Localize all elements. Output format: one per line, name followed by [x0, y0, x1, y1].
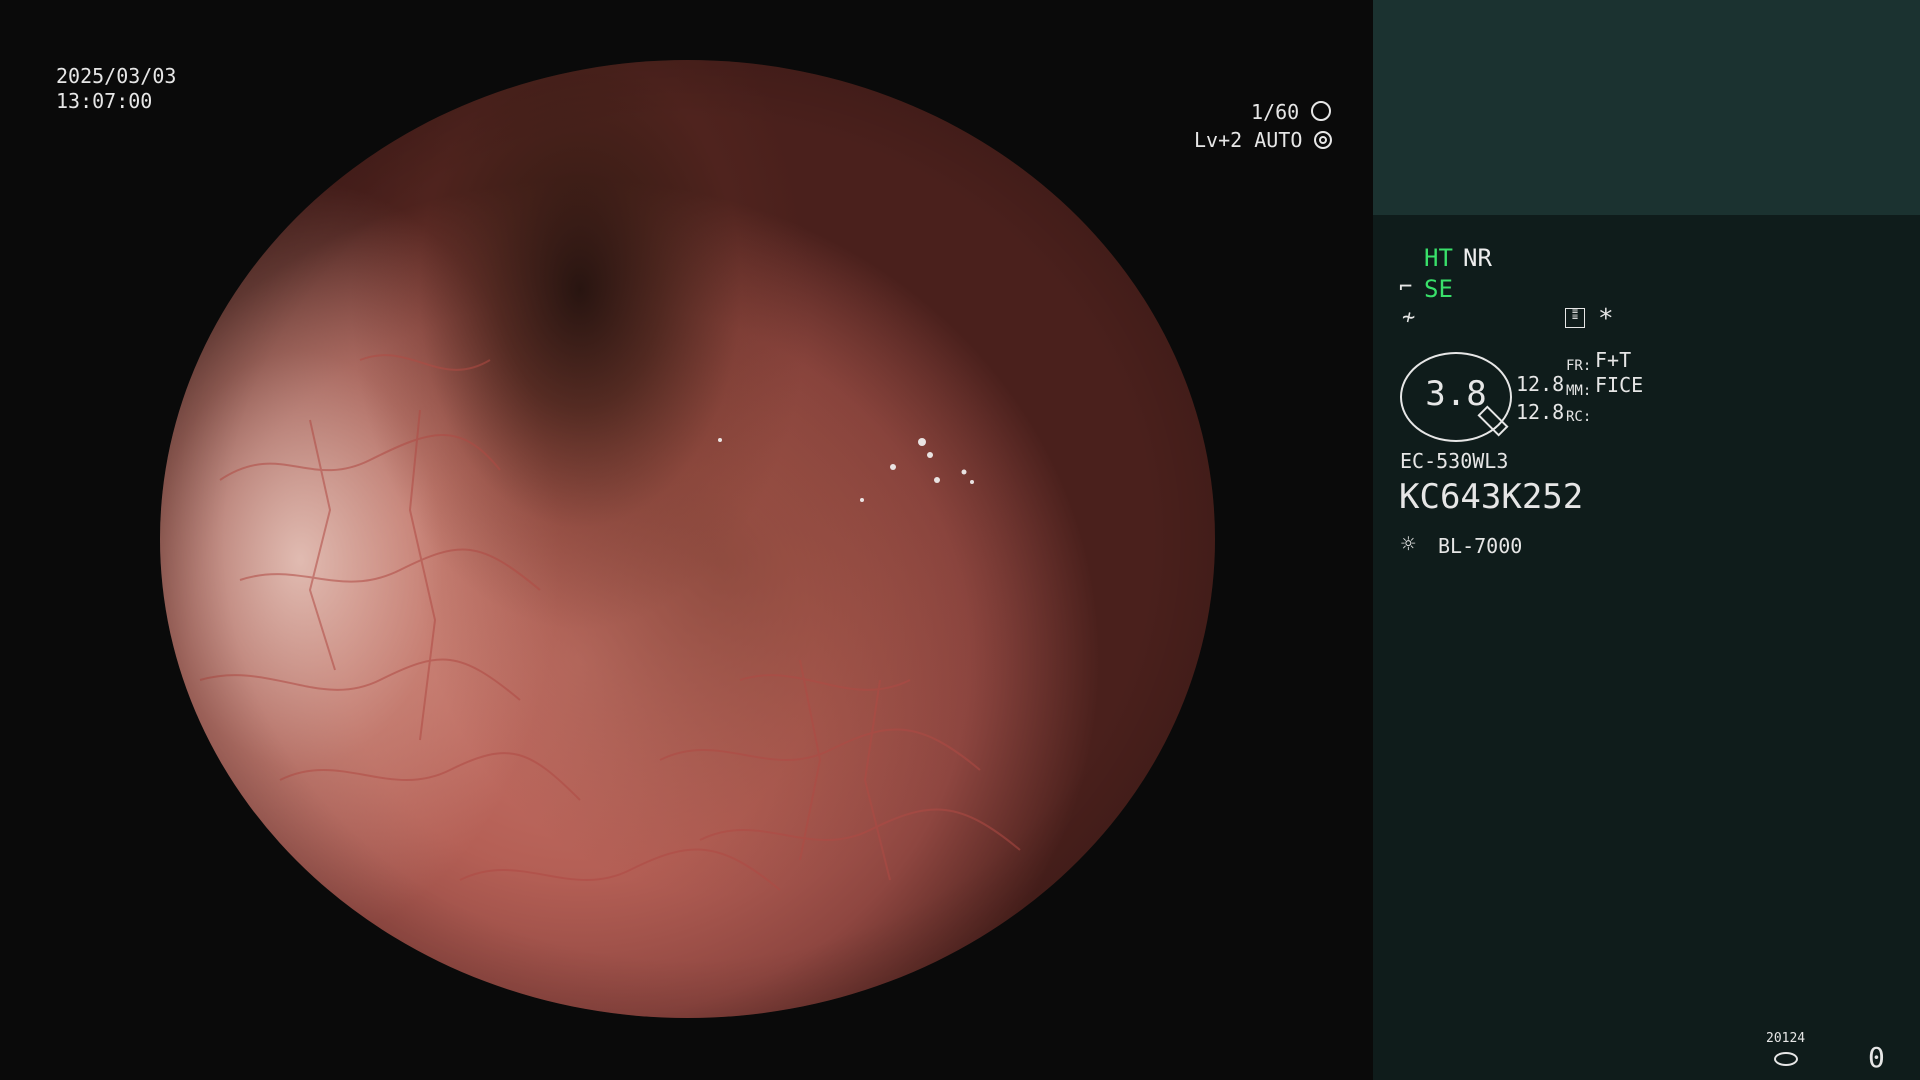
magnification-value: 3.8 — [1425, 374, 1487, 414]
magnification-indicator: 3.8 — [1400, 352, 1512, 442]
se-indicator: SE — [1424, 275, 1453, 303]
mm-value: FICE — [1595, 373, 1644, 397]
brightness-level-label: Lv+2 — [1194, 128, 1243, 152]
enhancement-curve-icon: ⌐ — [1399, 275, 1413, 300]
vignette — [160, 60, 1215, 1018]
aperture-icon — [1311, 101, 1332, 121]
mm-label: MM: — [1566, 383, 1592, 399]
scope-serial: KC643K252 — [1399, 477, 1584, 517]
time-label: 13:07:00 — [56, 89, 153, 113]
disk-icon — [1774, 1052, 1798, 1066]
thumbnail-area — [1373, 0, 1920, 215]
sun-icon: ☼ — [1401, 530, 1416, 558]
ht-indicator: HT — [1424, 244, 1453, 272]
media-counter-small: 20124 — [1766, 1031, 1806, 1046]
memory-list-icon: ≡ ≡ — [1565, 307, 1585, 328]
tone-curve-icon: ≁ — [1402, 305, 1416, 330]
value-1: 12.8 — [1516, 372, 1565, 396]
iris-icon — [1314, 131, 1333, 149]
fr-label: FR: — [1566, 358, 1592, 374]
scope-model: EC-530WL3 — [1400, 449, 1509, 473]
rc-label: RC: — [1566, 409, 1592, 425]
light-source-label: BL-7000 — [1438, 534, 1523, 558]
value-2: 12.8 — [1516, 400, 1565, 424]
fr-value: F+T — [1595, 348, 1632, 372]
iris-mode-label: AUTO — [1254, 128, 1303, 152]
date-label: 2025/03/03 — [56, 64, 177, 88]
shutter-speed-label: 1/60 — [1251, 100, 1300, 124]
endoscopic-image — [160, 60, 1215, 1018]
image-counter: 0 — [1868, 1041, 1885, 1074]
asterisk-indicator: * — [1598, 304, 1614, 334]
nr-indicator: NR — [1463, 244, 1492, 272]
